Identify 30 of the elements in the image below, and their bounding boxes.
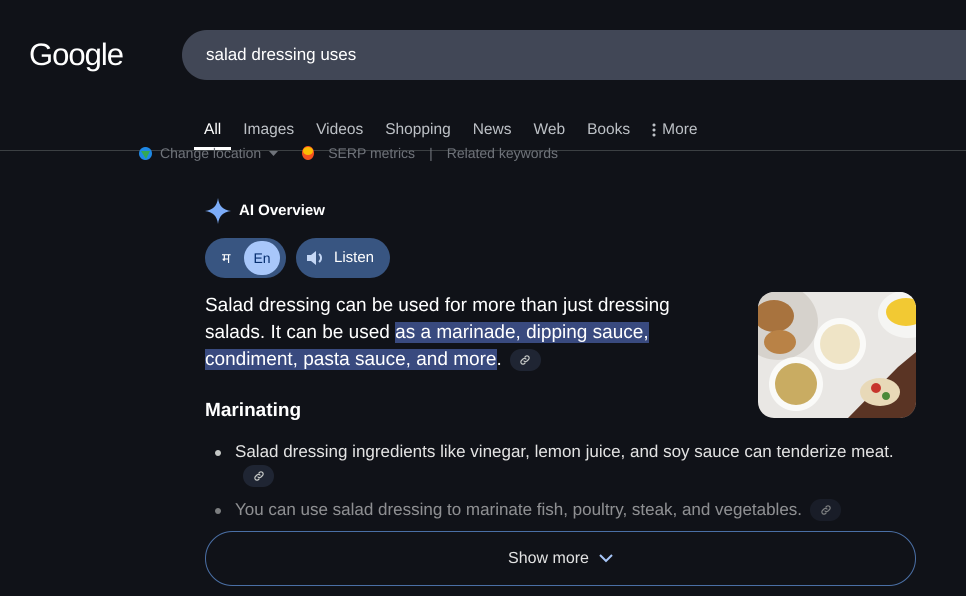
link-button[interactable]	[810, 499, 842, 522]
caret-icon	[269, 150, 278, 156]
show-more-button[interactable]: Show more	[205, 531, 916, 586]
language-toggle[interactable]: म En	[205, 238, 286, 278]
listen-button[interactable]: Listen	[296, 238, 390, 278]
chevron-down-icon	[598, 554, 613, 563]
section-heading: Marinating	[205, 399, 302, 423]
link-icon	[519, 354, 532, 366]
link-icon	[252, 470, 264, 482]
globe-icon	[139, 146, 152, 160]
link-button[interactable]	[510, 348, 541, 371]
tab[interactable]: All	[194, 112, 232, 150]
bullet-icon	[215, 450, 221, 456]
language-option[interactable]: En	[244, 241, 280, 275]
search-field[interactable]: salad dressing uses	[182, 30, 966, 80]
extension-icon	[302, 146, 314, 160]
sparkle-icon	[205, 198, 231, 224]
tab[interactable]: Books	[577, 112, 640, 150]
link-icon	[820, 504, 832, 516]
overview-title: AI Overview	[239, 200, 325, 221]
kebab-icon	[652, 122, 656, 136]
overview-paragraph: Salad dressing can be used for more than just dressing salads. It can be used as a marinade, dipping sauce, condiment, pasta sauce, and more.	[205, 294, 671, 373]
speaker-icon	[306, 250, 324, 266]
language-option[interactable]: म	[208, 241, 244, 275]
link-button[interactable]	[243, 465, 274, 488]
logo[interactable]: Google	[29, 36, 123, 72]
bullet-text: You can use salad dressing to marinate fish, poultry, steak, and vegetables.	[235, 498, 895, 522]
bullet-icon	[215, 508, 221, 514]
tab[interactable]: More	[642, 112, 708, 150]
bullet-text: Salad dressing ingredients like vinegar, lemon juice, and soy sauce can tenderize meat.	[235, 440, 895, 488]
